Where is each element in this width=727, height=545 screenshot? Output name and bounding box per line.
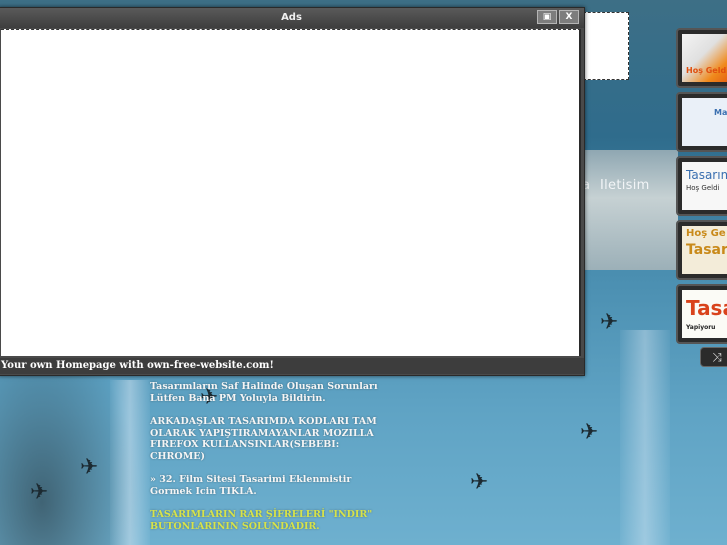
thumbnail-4[interactable]: Hoş Ge Tasarım bbox=[676, 220, 727, 280]
ads-window: Ads ▣ X Your own Homepage with own-free-… bbox=[0, 7, 585, 376]
close-button[interactable]: X bbox=[559, 10, 579, 24]
background-nav: a Iletisim bbox=[582, 178, 650, 193]
thumbnail-label: Tasarım bbox=[686, 168, 727, 182]
announcement-paragraph: ARKADAŞLAR TASARIMDA KODLARI TAM OLARAK … bbox=[150, 416, 377, 462]
thumbnail-sublabel: Yapiyoru bbox=[686, 324, 716, 331]
ads-content-area bbox=[1, 29, 581, 356]
bird-icon: ✈ bbox=[580, 420, 599, 445]
bird-icon: ✈ bbox=[30, 480, 49, 505]
white-panel bbox=[583, 12, 629, 80]
thumbnail-2[interactable]: Ma bbox=[676, 92, 727, 152]
ads-title: Ads bbox=[281, 12, 302, 23]
shuffle-icon: ⤨ bbox=[712, 350, 722, 364]
bird-icon: ✈ bbox=[80, 455, 99, 480]
background-pier bbox=[583, 150, 678, 270]
thumbnail-image bbox=[682, 98, 727, 146]
thumbnail-sublabel: Tasarım bbox=[686, 242, 727, 258]
thumbnail-label: Tasa bbox=[686, 296, 727, 320]
thumbnail-label: Ma bbox=[714, 108, 727, 117]
announcement-paragraph: Tasarımların Saf Halinde Oluşan Sorunlar… bbox=[150, 381, 378, 404]
announcement-paragraph: TASARIMLARIN RAR ŞİFRELERİ "INDIR" BUTON… bbox=[150, 509, 373, 532]
announcement-link[interactable]: » 32. Film Sitesi Tasarimi Eklenmistir G… bbox=[150, 474, 380, 497]
announcement-text: Tasarımların Saf Halinde Oluşan Sorunlar… bbox=[150, 381, 380, 544]
ads-footer-link[interactable]: Your own Homepage with own-free-website.… bbox=[0, 358, 584, 374]
background-pillar-right bbox=[620, 330, 670, 545]
nav-item-iletisim[interactable]: Iletisim bbox=[600, 178, 650, 193]
background-pillar-left bbox=[110, 380, 150, 545]
thumbnail-5[interactable]: Tasa Yapiyoru bbox=[676, 284, 727, 344]
thumbnail-3[interactable]: Tasarım Hoş Geldi bbox=[676, 156, 727, 216]
thumbnail-label: Hoş Geldi bbox=[686, 66, 727, 75]
ads-titlebar[interactable]: Ads ▣ X bbox=[0, 8, 584, 28]
restore-button[interactable]: ▣ bbox=[537, 10, 557, 24]
shuffle-button[interactable]: ⤨ bbox=[700, 347, 727, 367]
thumbnail-1[interactable]: Hoş Geldi bbox=[676, 28, 727, 88]
thumbnail-sublabel: Hoş Geldi bbox=[686, 184, 720, 192]
bird-icon: ✈ bbox=[600, 310, 619, 335]
bird-icon: ✈ bbox=[470, 470, 489, 495]
thumbnail-label: Hoş Ge bbox=[686, 228, 726, 239]
